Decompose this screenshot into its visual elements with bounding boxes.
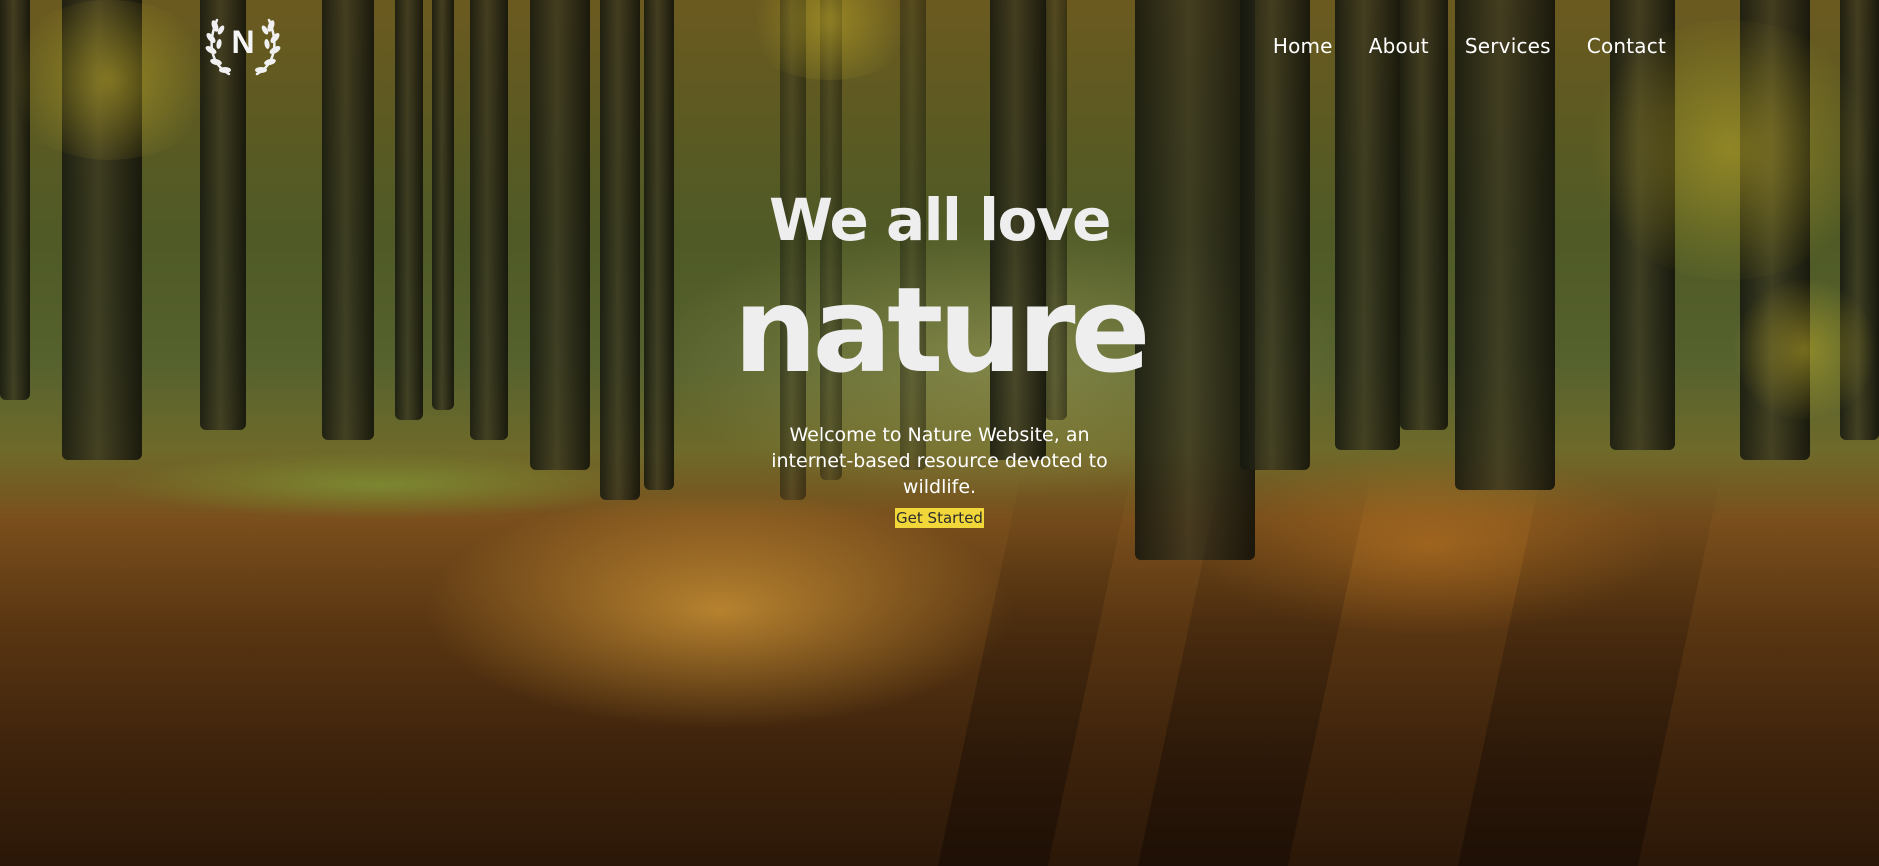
- nav-link-home[interactable]: Home: [1273, 34, 1333, 58]
- nav-link-services[interactable]: Services: [1465, 34, 1551, 58]
- hero-section: We all love nature Welcome to Nature Web…: [0, 180, 1879, 528]
- nav-link-contact[interactable]: Contact: [1587, 34, 1666, 58]
- site-logo[interactable]: N: [205, 12, 281, 78]
- get-started-button[interactable]: Get Started: [895, 508, 984, 528]
- logo-letter: N: [231, 24, 255, 60]
- nav-link-about[interactable]: About: [1369, 34, 1429, 58]
- hero-subtitle: We all love: [769, 186, 1111, 254]
- hero-title: nature: [733, 261, 1150, 399]
- main-navigation: Home About Services Contact: [1273, 34, 1666, 58]
- hero-description: Welcome to Nature Website, an internet-b…: [771, 424, 1108, 498]
- site-header: N Home About Services Contact: [0, 0, 1879, 96]
